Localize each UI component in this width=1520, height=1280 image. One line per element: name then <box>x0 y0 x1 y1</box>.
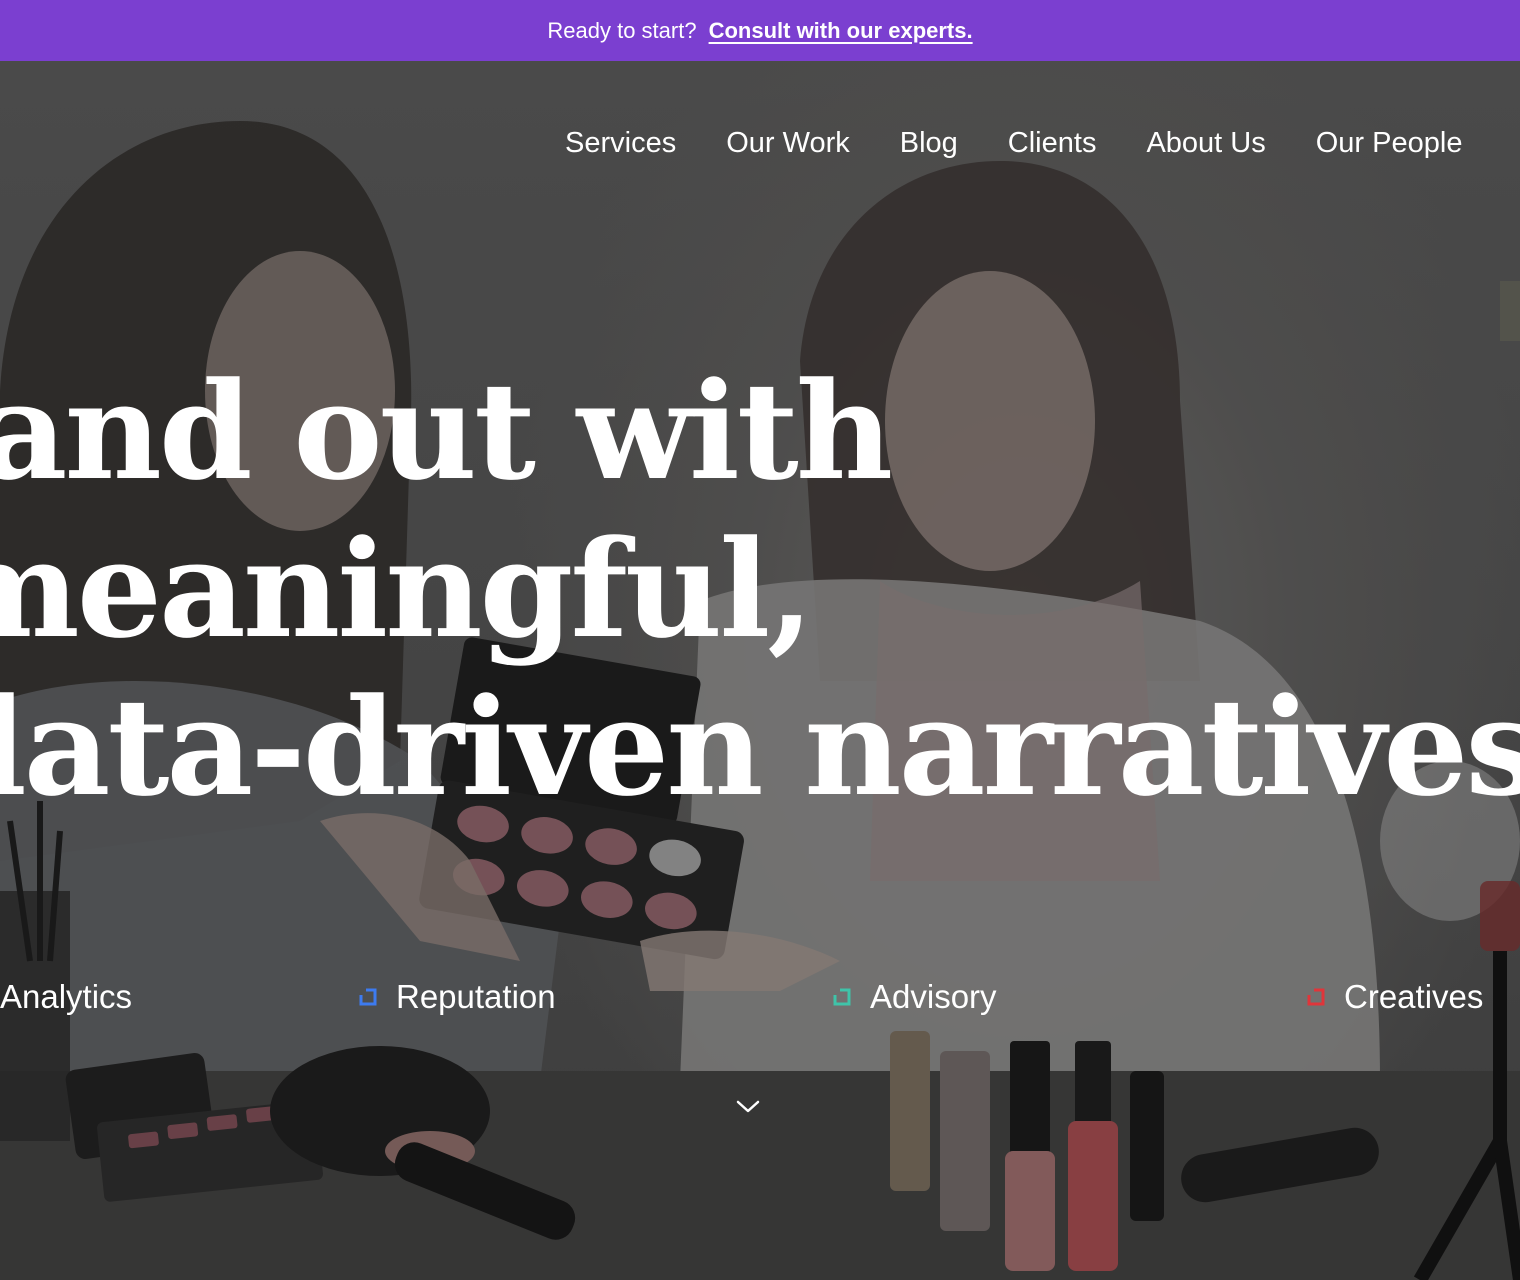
service-advisory[interactable]: Advisory <box>832 978 997 1016</box>
bracket-square-icon <box>1306 987 1326 1007</box>
service-creatives[interactable]: Creatives <box>1306 978 1483 1016</box>
nav-item-our-work[interactable]: Our Work <box>726 127 850 160</box>
hero-headline-line-1: Stand out with <box>0 352 893 510</box>
nav-item-our-people[interactable]: Our People <box>1316 127 1463 160</box>
service-label: Advisory <box>870 978 997 1015</box>
announcement-bar: Ready to start? Consult with our experts… <box>0 0 1520 61</box>
nav-item-blog[interactable]: Blog <box>900 127 958 160</box>
consult-experts-link[interactable]: Consult with our experts. <box>709 18 973 44</box>
hero-headline: Stand out with meaningful, data-driven n… <box>0 352 1520 826</box>
bracket-square-icon <box>832 987 852 1007</box>
service-analytics[interactable]: Analytics <box>0 978 132 1016</box>
chevron-down-icon[interactable] <box>735 1097 761 1117</box>
nav-item-about-us[interactable]: About Us <box>1146 127 1265 160</box>
announcement-text: Ready to start? <box>547 17 697 43</box>
hero-headline-line-2: meaningful, <box>0 510 814 668</box>
hero-headline-line-3: data-driven narratives. <box>0 668 1520 826</box>
page: Ready to start? Consult with our experts… <box>0 0 1520 1280</box>
service-reputation[interactable]: Reputation <box>358 978 556 1016</box>
nav-item-clients[interactable]: Clients <box>1008 127 1097 160</box>
service-label: Reputation <box>396 978 556 1015</box>
service-label: Creatives <box>1344 978 1484 1015</box>
bracket-square-icon <box>358 987 378 1007</box>
nav-item-services[interactable]: Services <box>565 127 676 160</box>
main-navigation: Services Our Work Blog Clients About Us … <box>565 127 1462 160</box>
service-label: Analytics <box>0 978 133 1015</box>
